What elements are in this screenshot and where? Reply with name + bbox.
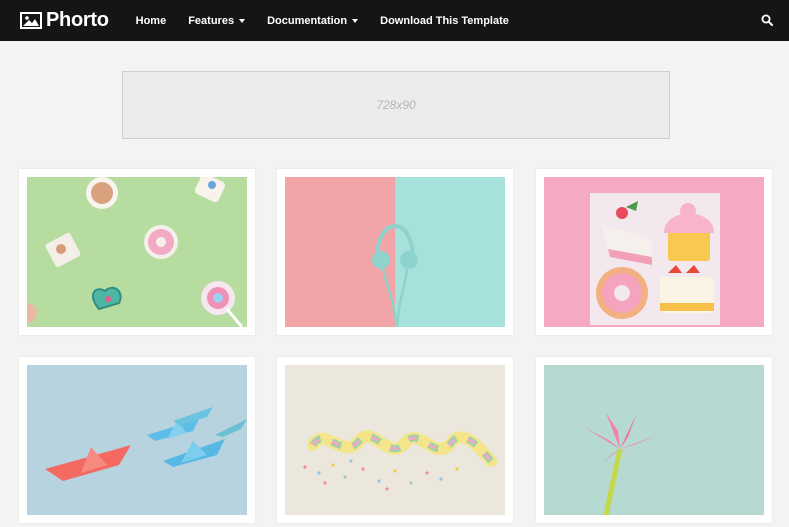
ad-banner[interactable]: 728x90 <box>122 71 670 139</box>
image-icon <box>20 12 42 29</box>
main-menu: Home Features Documentation Download Thi… <box>136 15 531 27</box>
chevron-down-icon <box>352 19 359 23</box>
post-thumbnail[interactable] <box>27 177 247 327</box>
nav-download-template[interactable]: Download This Template <box>380 15 509 27</box>
post-card[interactable] <box>19 169 255 335</box>
donuts-candy-image <box>27 177 247 327</box>
chevron-down-icon <box>239 19 246 23</box>
nav-documentation-label: Documentation <box>267 14 348 27</box>
origami-flower-image <box>544 365 764 515</box>
nav-download-template-label: Download This Template <box>380 14 509 27</box>
ad-size-label: 728x90 <box>376 98 416 112</box>
post-thumbnail[interactable] <box>544 365 764 515</box>
brand-name: Phorto <box>46 9 109 31</box>
headphones-image <box>285 177 505 327</box>
nav-features[interactable]: Features <box>188 14 246 27</box>
post-card[interactable] <box>19 357 255 523</box>
post-thumbnail[interactable] <box>27 365 247 515</box>
post-card[interactable] <box>277 357 513 523</box>
site-logo[interactable]: Phorto <box>20 9 109 32</box>
post-card[interactable] <box>536 357 772 523</box>
nav-features-label: Features <box>188 14 235 27</box>
paper-boats-image <box>27 365 247 515</box>
post-card[interactable] <box>536 169 772 335</box>
post-thumbnail[interactable] <box>285 177 505 327</box>
top-navigation-bar: Phorto Home Features Documentation Downl… <box>0 0 789 41</box>
cakes-image <box>544 177 764 327</box>
nav-home[interactable]: Home <box>136 15 167 27</box>
post-thumbnail[interactable] <box>544 177 764 327</box>
post-thumbnail[interactable] <box>285 365 505 515</box>
rainbow-ribbon-image <box>285 365 505 515</box>
search-icon[interactable] <box>761 14 773 26</box>
nav-home-label: Home <box>135 14 167 27</box>
post-card[interactable] <box>277 169 513 335</box>
nav-documentation[interactable]: Documentation <box>267 14 359 27</box>
